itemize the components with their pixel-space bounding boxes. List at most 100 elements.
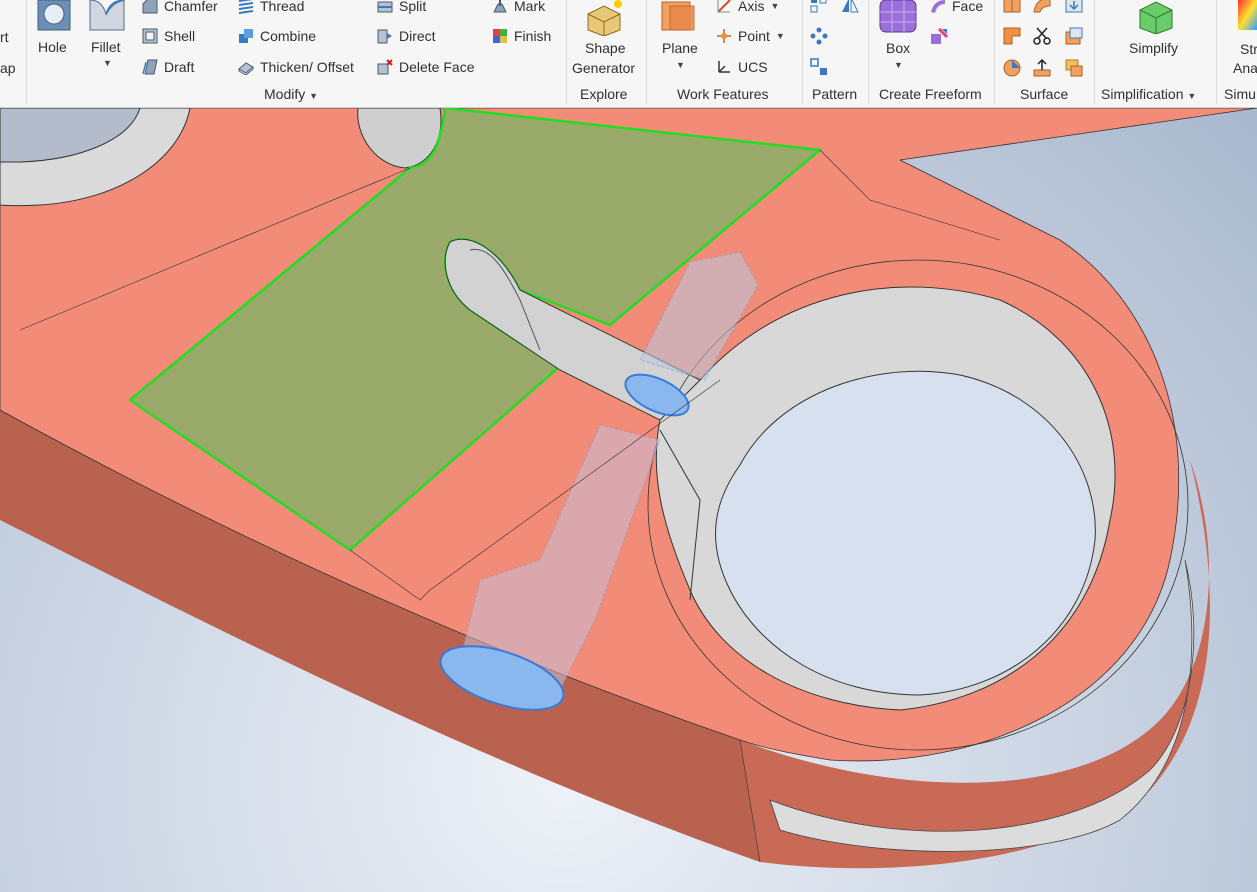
shell-icon [142, 28, 158, 44]
ribbon-separator [566, 0, 567, 104]
pattern-group-label: Pattern [812, 86, 858, 102]
thread-icon [238, 0, 254, 14]
surface-replace-face-icon[interactable] [1002, 58, 1022, 78]
surface-stitch-icon[interactable] [1002, 0, 1022, 14]
point-dropdown-icon[interactable]: ▼ [776, 31, 785, 41]
ribbon-separator [868, 0, 869, 104]
ribbon-separator [802, 0, 803, 104]
plane-label: Plane [662, 40, 698, 56]
shape-generator-icon [587, 0, 622, 36]
mirror-icon[interactable] [840, 0, 860, 14]
surface-repair-icon[interactable] [1032, 58, 1052, 78]
ucs-icon [718, 61, 730, 73]
mark-icon [493, 0, 507, 13]
thicken-offset-label: Thicken/ Offset [260, 59, 354, 75]
partial-left-top[interactable]: rt [0, 26, 9, 48]
freeform-edit-icon[interactable] [930, 28, 948, 46]
draft-label: Draft [164, 59, 195, 75]
freeform-face-button[interactable]: Face [930, 0, 983, 17]
freeform-face-icon [931, 0, 945, 13]
ribbon-separator [646, 0, 647, 104]
finish-button[interactable]: Finish [492, 25, 551, 47]
modify-group-label[interactable]: Modify ▼ [264, 86, 318, 102]
point-button[interactable]: Point ▼ [716, 25, 785, 47]
surface-extend-icon[interactable] [1064, 26, 1084, 46]
sketch-pattern-icon[interactable] [810, 58, 828, 76]
simplify-icon [1139, 1, 1173, 34]
delete-face-button[interactable]: Delete Face [377, 56, 474, 78]
part-model[interactable] [0, 108, 1257, 892]
ribbon-separator [26, 0, 27, 104]
graphics-viewport[interactable] [0, 108, 1257, 892]
hole-button[interactable]: Hole [32, 0, 74, 84]
simplify-label: Simplify [1129, 40, 1179, 56]
circular-pattern-icon[interactable] [810, 27, 828, 45]
axis-label: Axis [738, 0, 765, 14]
direct-icon [377, 29, 392, 44]
hole-icon [37, 0, 71, 31]
chamfer-label: Chamfer [164, 0, 218, 14]
thread-button[interactable]: Thread [238, 0, 304, 17]
split-button[interactable]: Split [377, 0, 426, 17]
direct-label: Direct [399, 28, 436, 44]
explore-group-label: Explore [580, 86, 628, 102]
split-label: Split [399, 0, 427, 14]
surface-ruled-icon[interactable] [1002, 26, 1022, 46]
ribbon-separator [1216, 0, 1217, 104]
freeform-face-label: Face [952, 0, 984, 14]
simplification-group-label[interactable]: Simplification ▼ [1101, 86, 1196, 102]
combine-icon [239, 29, 253, 43]
shape-generator-button[interactable]: Shape Generator [570, 0, 642, 84]
surface-group-label: Surface [1020, 86, 1069, 102]
split-icon [377, 1, 393, 13]
fillet-icon [89, 0, 125, 31]
plane-icon [661, 1, 695, 31]
draft-icon [142, 59, 158, 75]
axis-button[interactable]: Axis ▼ [716, 0, 779, 17]
shape-generator-label-2: Generator [572, 60, 636, 76]
finish-label: Finish [514, 28, 552, 44]
ucs-button[interactable]: UCS [716, 56, 768, 78]
mark-label: Mark [514, 0, 546, 14]
work-features-group-label: Work Features [677, 86, 769, 102]
rectangular-pattern-icon[interactable] [810, 0, 828, 14]
stress-analysis-icon[interactable] [1238, 0, 1257, 34]
freeform-box-dropdown-icon[interactable]: ▼ [894, 60, 903, 70]
plane-button[interactable]: Plane ▼ [656, 0, 706, 84]
point-label: Point [738, 28, 770, 44]
ucs-label: UCS [738, 59, 768, 75]
fillet-dropdown-icon[interactable]: ▼ [103, 58, 112, 68]
freeform-box-button[interactable]: Box ▼ [874, 0, 922, 84]
fillet-label: Fillet [91, 39, 121, 55]
direct-button[interactable]: Direct [377, 25, 436, 47]
point-icon [717, 29, 731, 43]
chamfer-button[interactable]: Chamfer [142, 0, 218, 17]
surface-sculpt-icon[interactable] [1064, 0, 1084, 14]
surface-boundary-icon[interactable] [1064, 58, 1084, 78]
ribbon-separator [1094, 0, 1095, 104]
shape-generator-label-1: Shape [585, 40, 626, 56]
simplify-button[interactable]: Simplify [1120, 0, 1192, 84]
create-freeform-group-label: Create Freeform [879, 86, 982, 102]
thicken-offset-icon [238, 62, 254, 75]
surface-trim-icon[interactable] [1032, 26, 1052, 46]
surface-patch-icon[interactable] [1032, 0, 1052, 14]
delete-face-icon [377, 59, 393, 75]
plane-dropdown-icon[interactable]: ▼ [676, 60, 685, 70]
axis-dropdown-icon[interactable]: ▼ [770, 1, 779, 11]
mark-button[interactable]: Mark [492, 0, 545, 17]
ribbon-toolbar: rt ap Hole Fillet ▼ Chamfer Shell Draft … [0, 0, 1257, 108]
simplification-dropdown-icon[interactable]: ▼ [1187, 91, 1196, 101]
partial-left-bottom[interactable]: ap [0, 57, 16, 79]
draft-button[interactable]: Draft [142, 56, 194, 78]
hole-label: Hole [38, 39, 67, 55]
modify-dropdown-icon[interactable]: ▼ [309, 91, 318, 101]
stress-analysis-label-2[interactable]: Ana [1233, 57, 1257, 79]
fillet-button[interactable]: Fillet ▼ [84, 0, 130, 84]
axis-icon [717, 0, 731, 13]
combine-button[interactable]: Combine [238, 25, 316, 47]
ribbon-separator [994, 0, 995, 104]
thicken-offset-button[interactable]: Thicken/ Offset [238, 56, 354, 78]
shell-button[interactable]: Shell [142, 25, 195, 47]
freeform-box-icon [879, 0, 917, 33]
